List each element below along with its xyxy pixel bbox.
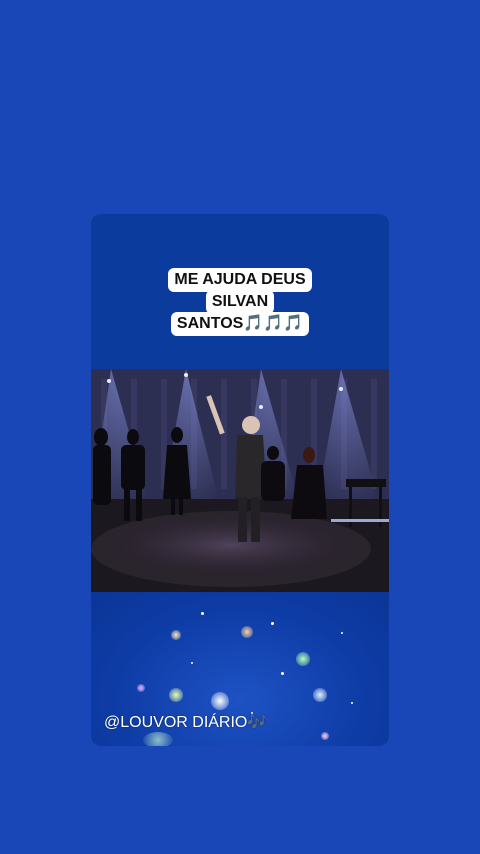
sparkle-decoration bbox=[321, 732, 329, 740]
sparkle-decoration bbox=[211, 692, 229, 710]
sparkle-decoration bbox=[143, 732, 173, 746]
caption-line-1: ME AJUDA DEUS bbox=[168, 268, 312, 292]
video-player[interactable] bbox=[91, 369, 389, 592]
concert-scene-image bbox=[91, 369, 389, 592]
sparkle-decoration bbox=[296, 652, 310, 666]
caption-line-3: SANTOS🎵🎵🎵 bbox=[170, 312, 310, 336]
story-card[interactable]: ME AJUDA DEUS SILVAN SANTOS🎵🎵🎵 @LOUVOR D… bbox=[91, 214, 389, 746]
caption-line-2: SILVAN bbox=[205, 290, 275, 314]
sparkle-decoration bbox=[281, 672, 284, 675]
sparkle-decoration bbox=[137, 684, 145, 692]
sparkle-decoration bbox=[271, 622, 274, 625]
caption-line-3-text: SANTOS bbox=[176, 315, 244, 332]
music-notes-icon: 🎵🎵🎵 bbox=[243, 315, 304, 332]
sparkle-decoration bbox=[191, 662, 193, 664]
story-page: ME AJUDA DEUS SILVAN SANTOS🎵🎵🎵 @LOUVOR D… bbox=[0, 0, 480, 854]
sparkle-decoration bbox=[201, 612, 204, 615]
sparkle-decoration bbox=[169, 688, 183, 702]
sparkle-decoration bbox=[171, 630, 181, 640]
card-bottom-section: @LOUVOR DIÁRIO🎶 bbox=[91, 592, 389, 746]
sparkle-decoration bbox=[341, 632, 343, 634]
handle-text: @LOUVOR DIÁRIO bbox=[104, 714, 248, 731]
sparkle-decoration bbox=[313, 688, 327, 702]
sparkle-decoration bbox=[351, 702, 353, 704]
account-handle[interactable]: @LOUVOR DIÁRIO🎶 bbox=[104, 712, 267, 732]
double-note-icon: 🎶 bbox=[247, 714, 268, 731]
card-top-section: ME AJUDA DEUS SILVAN SANTOS🎵🎵🎵 bbox=[91, 214, 389, 369]
song-caption: ME AJUDA DEUS SILVAN SANTOS🎵🎵🎵 bbox=[91, 268, 389, 336]
sparkle-decoration bbox=[241, 626, 253, 638]
